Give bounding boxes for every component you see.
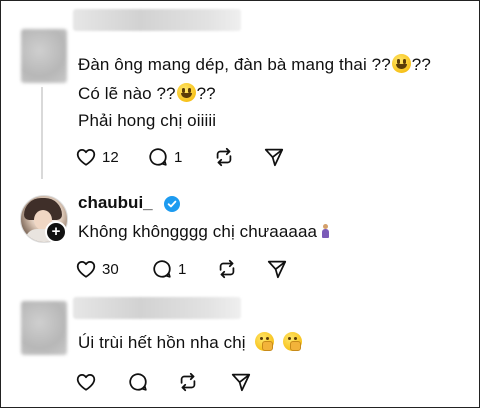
comment-1-line-3: Phải hong chị oiiiii <box>78 111 216 131</box>
like-button[interactable]: 12 <box>75 145 119 169</box>
repost-button[interactable] <box>216 257 238 281</box>
repost-icon <box>216 147 232 167</box>
repost-icon <box>219 259 235 279</box>
comment-text-suffix: ?? <box>411 55 431 74</box>
verified-badge-icon <box>164 196 180 212</box>
repost-icon <box>180 372 196 392</box>
comment-text-suffix: ?? <box>196 84 216 103</box>
comment-3-line-1: Úi trùi hết hồn nha chị <box>78 332 303 353</box>
comment-bubble-icon <box>129 373 147 391</box>
follow-plus-icon[interactable]: + <box>45 221 67 243</box>
send-icon <box>264 148 284 167</box>
reply-button[interactable] <box>127 370 149 394</box>
like-count: 30 <box>102 260 119 278</box>
like-button[interactable]: 30 <box>75 257 119 281</box>
comment-1-line-2: Có lẽ nào ???? <box>78 83 216 104</box>
reply-button[interactable]: 1 <box>147 145 182 169</box>
share-button[interactable] <box>266 257 288 281</box>
comment-3-actions <box>75 370 295 394</box>
person-emoji <box>321 224 330 238</box>
reply-count: 1 <box>174 148 183 166</box>
comment-1-line-1: Đàn ông mang dép, đàn bà mang thai ???? <box>78 54 431 75</box>
grinning-face-emoji <box>391 54 411 73</box>
comment-text: Phải hong chị oiiiii <box>78 111 217 130</box>
comment-text: Không khôngggg chị chưaaaaa <box>78 222 318 241</box>
heart-icon <box>76 260 96 278</box>
send-icon <box>267 260 287 279</box>
thread-connector-line <box>41 87 43 179</box>
threads-reply-screenshot: Đàn ông mang dép, đàn bà mang thai ???? … <box>0 0 480 408</box>
comment-text: Đàn ông mang dép, đàn bà mang thai ?? <box>78 55 391 74</box>
grinning-face-emoji <box>176 83 196 102</box>
comment-1-actions: 12 1 <box>75 145 295 169</box>
share-button[interactable] <box>230 370 252 394</box>
comment-bubble-icon <box>149 148 167 166</box>
comment-bubble-icon <box>153 260 171 278</box>
reply-button[interactable]: 1 <box>151 257 186 281</box>
comment-2-line-1: Không khôngggg chị chưaaaaa <box>78 222 330 242</box>
comment-2-actions: 30 1 <box>75 257 295 281</box>
send-icon <box>231 373 251 392</box>
blurred-username <box>73 297 241 319</box>
reply-count: 1 <box>178 260 187 278</box>
blurred-username <box>73 9 241 31</box>
heart-icon <box>76 373 96 391</box>
comment-text: Có lẽ nào ?? <box>78 84 176 103</box>
share-button[interactable] <box>263 145 285 169</box>
comment-text: Úi trùi hết hồn nha chị <box>78 333 246 352</box>
like-count: 12 <box>102 148 119 166</box>
blurred-avatar <box>21 29 67 83</box>
heart-icon <box>76 148 96 166</box>
like-button[interactable] <box>75 370 97 394</box>
repost-button[interactable] <box>213 145 235 169</box>
repost-button[interactable] <box>177 370 199 394</box>
blurred-avatar <box>21 301 67 355</box>
hand-over-mouth-emoji <box>283 332 303 351</box>
hand-over-mouth-emoji <box>254 332 274 351</box>
author-username[interactable]: chaubui_ <box>78 193 153 213</box>
